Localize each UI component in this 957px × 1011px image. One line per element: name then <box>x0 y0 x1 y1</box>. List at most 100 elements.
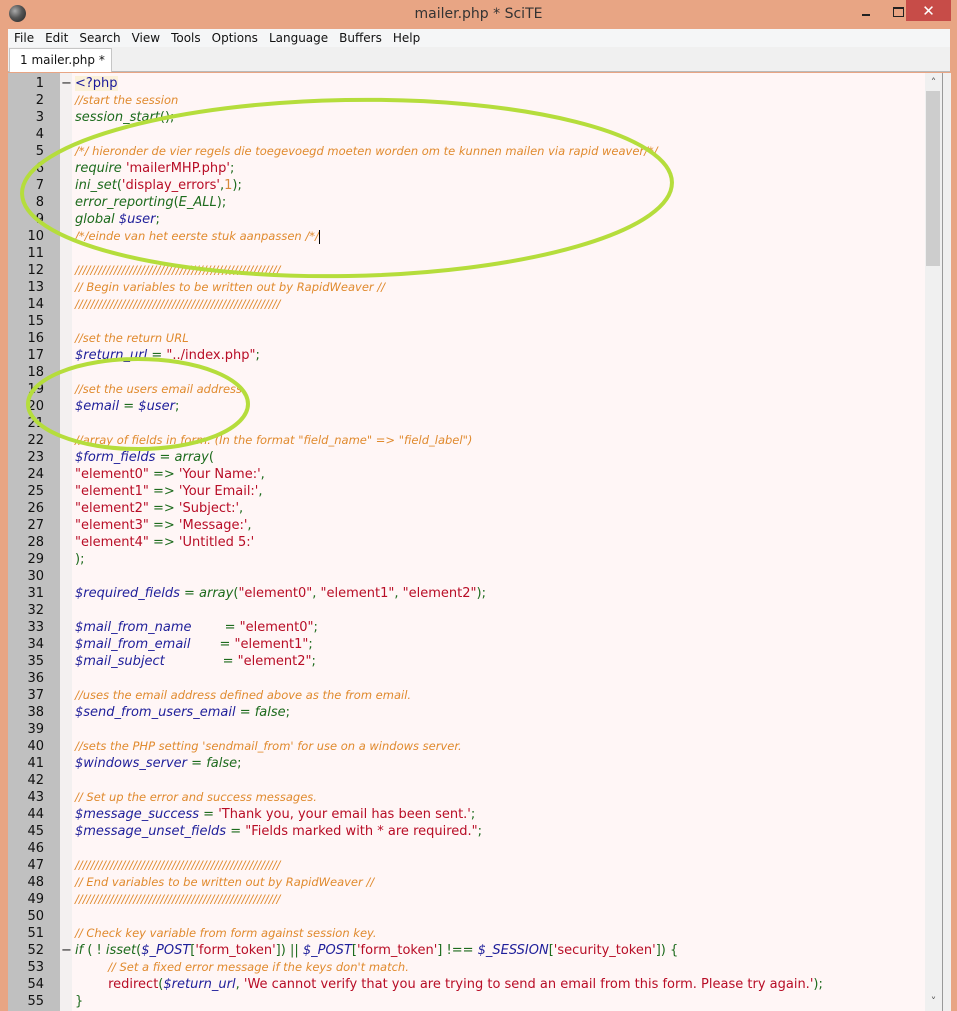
token-var: $mail_from_email <box>75 637 220 652</box>
code-line[interactable]: 19 //set the users email address <box>8 381 925 398</box>
menu-buffers[interactable]: Buffers <box>333 31 387 45</box>
code-line[interactable]: 49 //////////////////////////////////////… <box>8 891 925 908</box>
fold-toggle-icon[interactable]: − <box>61 75 72 92</box>
code-line[interactable]: 7 ini_set('display_errors',1); <box>8 177 925 194</box>
line-number: 39 <box>27 722 44 737</box>
code-line[interactable]: 34 $mail_from_email = "element1"; <box>8 636 925 653</box>
menu-tools[interactable]: Tools <box>165 31 206 45</box>
code-line[interactable]: 10 /*/einde van het eerste stuk aanpassen… <box>8 228 925 245</box>
scroll-down-arrow-icon[interactable]: ˅ <box>925 993 942 1010</box>
tab-mailer-php[interactable]: 1 mailer.php * <box>9 48 112 72</box>
token-op: = <box>147 348 167 363</box>
menu-help[interactable]: Help <box>387 31 425 45</box>
vertical-scrollbar[interactable]: ˄ ˅ <box>925 73 942 1011</box>
line-number: 44 <box>27 807 44 822</box>
menu-file[interactable]: File <box>8 31 39 45</box>
scroll-up-arrow-icon[interactable]: ˄ <box>925 74 942 91</box>
code-line[interactable]: 45 $message_unset_fields = "Fields marked… <box>8 823 925 840</box>
code-line[interactable]: 23 $form_fields = array( <box>8 449 925 466</box>
code-line[interactable]: 41 $windows_server = false; <box>8 755 925 772</box>
code-line[interactable]: 4 <box>8 126 925 143</box>
code-line[interactable]: 48 // End variables to be written out by … <box>8 874 925 891</box>
code-line[interactable]: 16 //set the return URL <box>8 330 925 347</box>
title-bar[interactable]: mailer.php * SciTE ✕ <box>0 0 957 29</box>
code-line[interactable]: 26 "element2" => 'Subject:', <box>8 500 925 517</box>
code-line[interactable]: 27 "element3" => 'Message:', <box>8 517 925 534</box>
code-line[interactable]: 12 //////////////////////////////////////… <box>8 262 925 279</box>
code-line[interactable]: 51 // Check key variable from form agains… <box>8 925 925 942</box>
code-line[interactable]: 20 $email = $user; <box>8 398 925 415</box>
code-line[interactable]: 52 − if ( ! isset($_POST['form_token']) ||… <box>8 942 925 959</box>
code-line[interactable]: 30 <box>8 568 925 585</box>
code-text: $send_from_users_email = false; <box>75 704 290 721</box>
code-line[interactable]: 31 $required_fields = array("element0", "… <box>8 585 925 602</box>
code-line[interactable]: 13 // Begin variables to be written out b… <box>8 279 925 296</box>
code-line[interactable]: 22 //array of fields in form. (In the for… <box>8 432 925 449</box>
code-line[interactable]: 47 //////////////////////////////////////… <box>8 857 925 874</box>
code-line[interactable]: 17 $return_url = "../index.php"; <box>8 347 925 364</box>
code-line[interactable]: 5 /*/ hieronder de vier regels die toegev… <box>8 143 925 160</box>
token-str: "element2" <box>402 586 477 601</box>
menu-view[interactable]: View <box>126 31 165 45</box>
fold-toggle-icon[interactable]: − <box>61 942 72 959</box>
code-line[interactable]: 6 require 'mailerMHP.php'; <box>8 160 925 177</box>
code-line[interactable]: 8 error_reporting(E_ALL); <box>8 194 925 211</box>
menu-search[interactable]: Search <box>73 31 125 45</box>
token-op: = <box>199 807 219 822</box>
code-line[interactable]: 39 <box>8 721 925 738</box>
token-com: //set the users email address <box>75 382 243 396</box>
line-number: 32 <box>27 603 44 618</box>
token-op: (); <box>159 110 175 125</box>
code-text: $mail_from_name = "element0"; <box>75 619 318 636</box>
line-number: 22 <box>27 433 44 448</box>
token-op: ); <box>476 586 486 601</box>
token-op: = <box>179 586 200 601</box>
code-line[interactable]: 21 <box>8 415 925 432</box>
code-line[interactable]: 44 $message_success = 'Thank you, your em… <box>8 806 925 823</box>
token-var: $message_success <box>75 807 200 822</box>
code-line[interactable]: 3 session_start(); <box>8 109 925 126</box>
code-line[interactable]: 37 //uses the email address defined above… <box>8 687 925 704</box>
window-title: mailer.php * SciTE <box>414 6 543 22</box>
code-line[interactable]: 24 "element0" => 'Your Name:', <box>8 466 925 483</box>
minimize-button[interactable] <box>850 0 882 24</box>
code-line[interactable]: 1 − <?php <box>8 75 925 92</box>
code-line[interactable]: 42 <box>8 772 925 789</box>
code-line[interactable]: 25 "element1" => 'Your Email:', <box>8 483 925 500</box>
token-op: ; <box>313 620 318 635</box>
menu-language[interactable]: Language <box>263 31 333 45</box>
code-line[interactable]: 32 <box>8 602 925 619</box>
code-text: // Begin variables to be written out by … <box>75 279 385 296</box>
code-line[interactable]: 33 $mail_from_name = "element0"; <box>8 619 925 636</box>
code-editor[interactable]: 1− <?php 2//start the session 3 session_star… <box>8 73 925 1011</box>
code-line[interactable]: 53 // Set a fixed error message if the k… <box>8 959 925 976</box>
menu-options[interactable]: Options <box>206 31 263 45</box>
code-line[interactable]: 43 // Set up the error and success messag… <box>8 789 925 806</box>
code-line[interactable]: 40 //sets the PHP setting 'sendmail_from'… <box>8 738 925 755</box>
code-line[interactable]: 15 <box>8 313 925 330</box>
code-line[interactable]: 35 $mail_subject = "element2"; <box>8 653 925 670</box>
code-line[interactable]: 9 global $user; <box>8 211 925 228</box>
menu-edit[interactable]: Edit <box>39 31 73 45</box>
code-line[interactable]: 2 //start the session <box>8 92 925 109</box>
code-line[interactable]: 14 //////////////////////////////////////… <box>8 296 925 313</box>
code-line[interactable]: 18 <box>8 364 925 381</box>
code-line[interactable]: 28 "element4" => 'Untitled 5:' <box>8 534 925 551</box>
token-str: 'security_token' <box>553 943 656 958</box>
close-button[interactable]: ✕ <box>906 0 951 21</box>
code-line[interactable]: 29); <box>8 551 925 568</box>
code-text: ////////////////////////////////////////… <box>75 296 280 313</box>
minimize-icon <box>862 14 870 16</box>
line-number: 37 <box>27 688 44 703</box>
code-line[interactable]: 54 redirect($return_url, 'We cannot veri… <box>8 976 925 993</box>
code-line[interactable]: 38 $send_from_users_email = false; <box>8 704 925 721</box>
line-number: 43 <box>27 790 44 805</box>
scrollbar-thumb[interactable] <box>926 91 940 266</box>
code-line[interactable]: 46 <box>8 840 925 857</box>
code-line[interactable]: 36 <box>8 670 925 687</box>
code-line[interactable]: 50 <box>8 908 925 925</box>
token-var: $message_unset_fields <box>75 824 227 839</box>
code-line[interactable]: 11 <box>8 245 925 262</box>
code-line[interactable]: 55} <box>8 993 925 1010</box>
code-text: "element0" => 'Your Name:', <box>75 466 265 483</box>
